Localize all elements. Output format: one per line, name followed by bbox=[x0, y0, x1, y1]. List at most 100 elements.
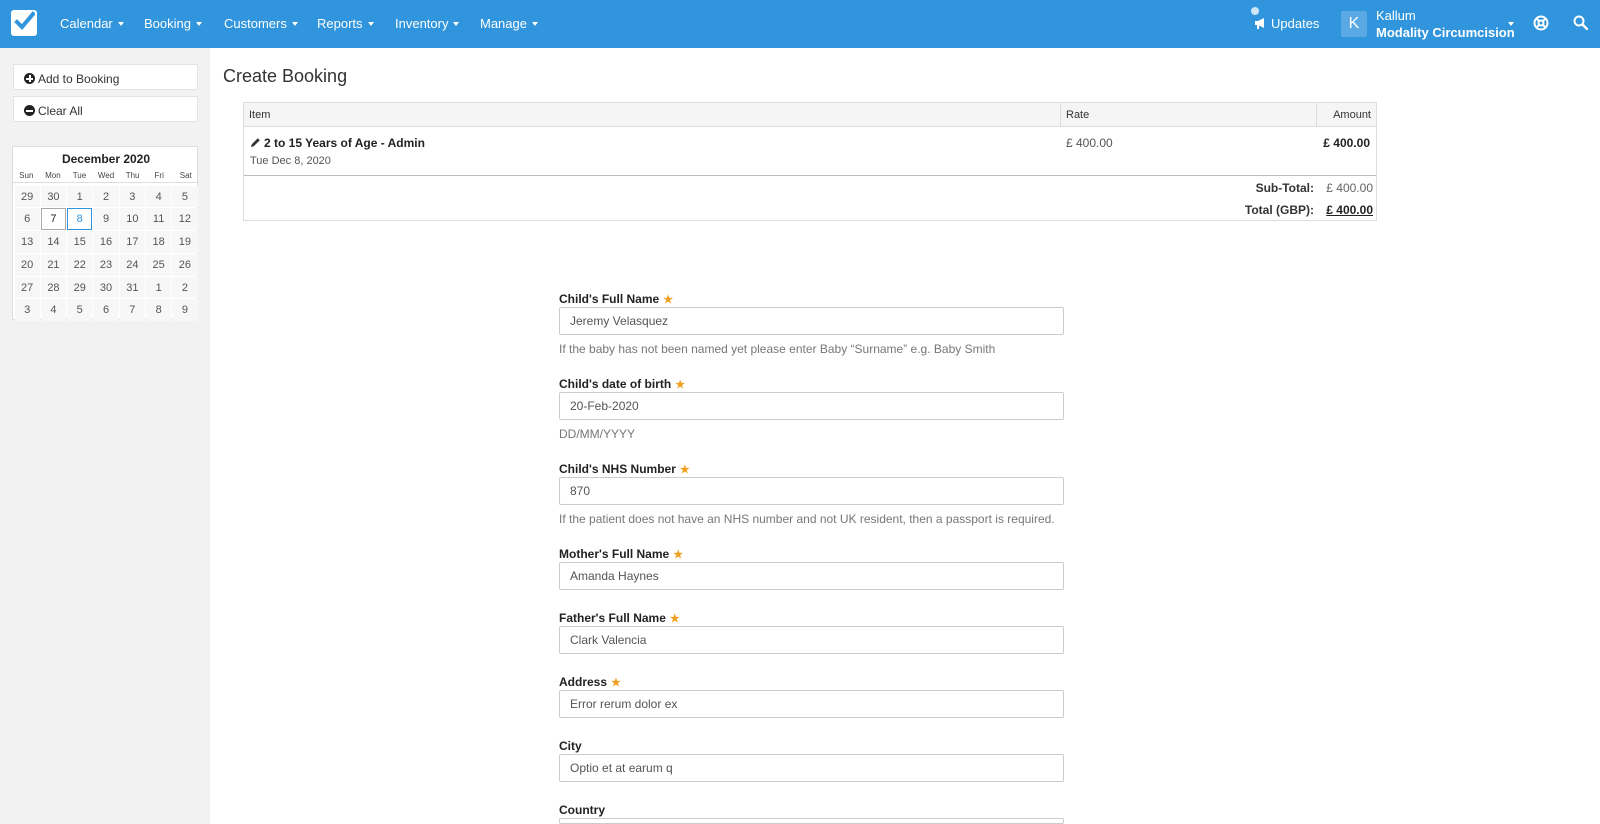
nav-manage-label: Manage bbox=[480, 16, 527, 31]
calendar-day[interactable]: 27 bbox=[14, 276, 40, 299]
calendar-day[interactable]: 19 bbox=[172, 231, 198, 253]
pencil-icon[interactable] bbox=[250, 137, 261, 148]
calendar-day[interactable]: 7 bbox=[119, 299, 145, 322]
header-amount: Amount bbox=[1333, 109, 1371, 121]
calendar-day[interactable]: 22 bbox=[67, 253, 93, 276]
father-name-label-text: Father's Full Name bbox=[559, 611, 666, 625]
calendar-weekday-header: Sun Mon Tue Wed Thu Fri Sat bbox=[13, 169, 199, 183]
child-name-input[interactable] bbox=[559, 307, 1064, 335]
add-to-booking-button[interactable]: Add to Booking bbox=[13, 64, 198, 90]
calendar-day[interactable]: 5 bbox=[67, 299, 93, 322]
nav-customers-label: Customers bbox=[224, 16, 287, 31]
chevron-down-icon bbox=[195, 21, 202, 26]
address-input[interactable] bbox=[559, 690, 1064, 718]
calendar-day[interactable]: 21 bbox=[40, 253, 67, 276]
mother-name-input[interactable] bbox=[559, 562, 1064, 590]
nav-inventory[interactable]: Inventory bbox=[395, 16, 460, 31]
chevron-down-icon bbox=[291, 21, 298, 26]
calendar-day[interactable]: 3 bbox=[119, 185, 145, 208]
calendar-day[interactable]: 3 bbox=[14, 299, 40, 322]
calendar-day[interactable]: 8 bbox=[67, 208, 93, 231]
calendar-day[interactable]: 4 bbox=[40, 299, 67, 322]
calendar-day[interactable]: 1 bbox=[67, 185, 93, 208]
calendar-day[interactable]: 31 bbox=[119, 276, 145, 299]
user-menu-chevron-down-icon[interactable] bbox=[1508, 22, 1514, 26]
calendar-day[interactable]: 8 bbox=[145, 299, 172, 322]
calendar-day[interactable]: 25 bbox=[145, 253, 172, 276]
avatar[interactable]: K bbox=[1341, 11, 1367, 37]
nav-inventory-label: Inventory bbox=[395, 16, 449, 31]
calendar-day[interactable]: 29 bbox=[67, 276, 93, 299]
nav-booking[interactable]: Booking bbox=[144, 16, 202, 31]
chevron-down-icon bbox=[453, 21, 460, 26]
address-label-text: Address bbox=[559, 675, 608, 689]
calendar-day[interactable]: 10 bbox=[119, 208, 145, 231]
calendar-weekday-fri: Fri bbox=[154, 171, 164, 180]
calendar-day-grid: 29 30 1 2 3 4 5 6 7 8 9 10 11 12 13 14 15 16 17 18 19 20 21 22 2… bbox=[14, 185, 198, 322]
calendar-day[interactable]: 16 bbox=[93, 231, 119, 253]
nav-reports[interactable]: Reports bbox=[317, 16, 374, 31]
calendar-day[interactable]: 5 bbox=[172, 185, 198, 208]
calendar-weekday-thu: Thu bbox=[125, 171, 140, 180]
clear-all-button[interactable]: Clear All bbox=[13, 96, 198, 122]
calendar-day[interactable]: 2 bbox=[93, 185, 119, 208]
calendar-day[interactable]: 9 bbox=[93, 208, 119, 231]
calendar-day[interactable]: 18 bbox=[145, 231, 172, 253]
calendar-day[interactable]: 1 bbox=[145, 276, 172, 299]
child-dob-input[interactable] bbox=[559, 392, 1064, 420]
calendar-day[interactable]: 14 bbox=[40, 231, 67, 253]
calendar-day[interactable]: 20 bbox=[14, 253, 40, 276]
search-icon[interactable] bbox=[1573, 15, 1588, 30]
calendar-day[interactable]: 13 bbox=[14, 231, 40, 253]
nav-manage[interactable]: Manage bbox=[480, 16, 538, 31]
calendar-day[interactable]: 7 bbox=[40, 208, 67, 231]
required-star-icon: ★ bbox=[673, 549, 684, 561]
plus-circle-icon bbox=[24, 73, 35, 84]
calendar-day[interactable]: 6 bbox=[14, 208, 40, 231]
table-row-item[interactable]: 2 to 15 Years of Age - Admin bbox=[250, 136, 425, 150]
country-select[interactable] bbox=[559, 818, 1064, 824]
updates-link[interactable]: Updates bbox=[1271, 16, 1319, 31]
mother-name-label: Mother's Full Name ★ bbox=[559, 547, 683, 561]
child-nhs-input[interactable] bbox=[559, 477, 1064, 505]
calendar-day[interactable]: 11 bbox=[145, 208, 172, 231]
checkmark-logo-icon bbox=[13, 11, 35, 33]
calendar-day[interactable]: 4 bbox=[145, 185, 172, 208]
calendar-day[interactable]: 12 bbox=[172, 208, 198, 231]
calendar-day[interactable]: 23 bbox=[93, 253, 119, 276]
top-navbar: Calendar Booking Customers Reports Inven… bbox=[0, 0, 1600, 48]
column-divider bbox=[1060, 103, 1061, 127]
chevron-down-icon bbox=[117, 21, 124, 26]
calendar-day[interactable]: 9 bbox=[172, 299, 198, 322]
column-divider bbox=[1316, 103, 1317, 127]
calendar-day[interactable]: 6 bbox=[93, 299, 119, 322]
calendar-day[interactable]: 15 bbox=[67, 231, 93, 253]
country-label: Country bbox=[559, 803, 605, 817]
city-input[interactable] bbox=[559, 754, 1064, 782]
user-name[interactable]: Kallum bbox=[1376, 8, 1416, 23]
help-lifebuoy-icon[interactable] bbox=[1533, 15, 1549, 31]
calendar-day[interactable]: 24 bbox=[119, 253, 145, 276]
calendar-day[interactable]: 17 bbox=[119, 231, 145, 253]
calendar-weekday-wed: Wed bbox=[97, 171, 115, 180]
calendar-day[interactable]: 2 bbox=[172, 276, 198, 299]
header-item: Item bbox=[249, 109, 271, 121]
address-label: Address ★ bbox=[559, 675, 621, 689]
calendar-day[interactable]: 30 bbox=[93, 276, 119, 299]
father-name-input[interactable] bbox=[559, 626, 1064, 654]
required-star-icon: ★ bbox=[663, 294, 674, 306]
app-logo[interactable] bbox=[11, 10, 37, 36]
mother-name-label-text: Mother's Full Name bbox=[559, 547, 670, 561]
nav-calendar[interactable]: Calendar bbox=[60, 16, 124, 31]
clear-all-label: Clear All bbox=[38, 104, 83, 118]
user-org[interactable]: Modality Circumcision bbox=[1376, 25, 1515, 40]
nav-customers[interactable]: Customers bbox=[224, 16, 298, 31]
calendar-day[interactable]: 29 bbox=[14, 185, 40, 208]
calendar-weekday-sat: Sat bbox=[179, 171, 192, 180]
calendar-day[interactable]: 28 bbox=[40, 276, 67, 299]
child-dob-label-text: Child's date of birth bbox=[559, 377, 672, 391]
child-dob-help: DD/MM/YYYY bbox=[559, 427, 636, 441]
booking-items-table: Item Rate Amount 2 to 15 Years of Age - … bbox=[243, 102, 1377, 221]
calendar-day[interactable]: 30 bbox=[40, 185, 67, 208]
calendar-day[interactable]: 26 bbox=[172, 253, 198, 276]
